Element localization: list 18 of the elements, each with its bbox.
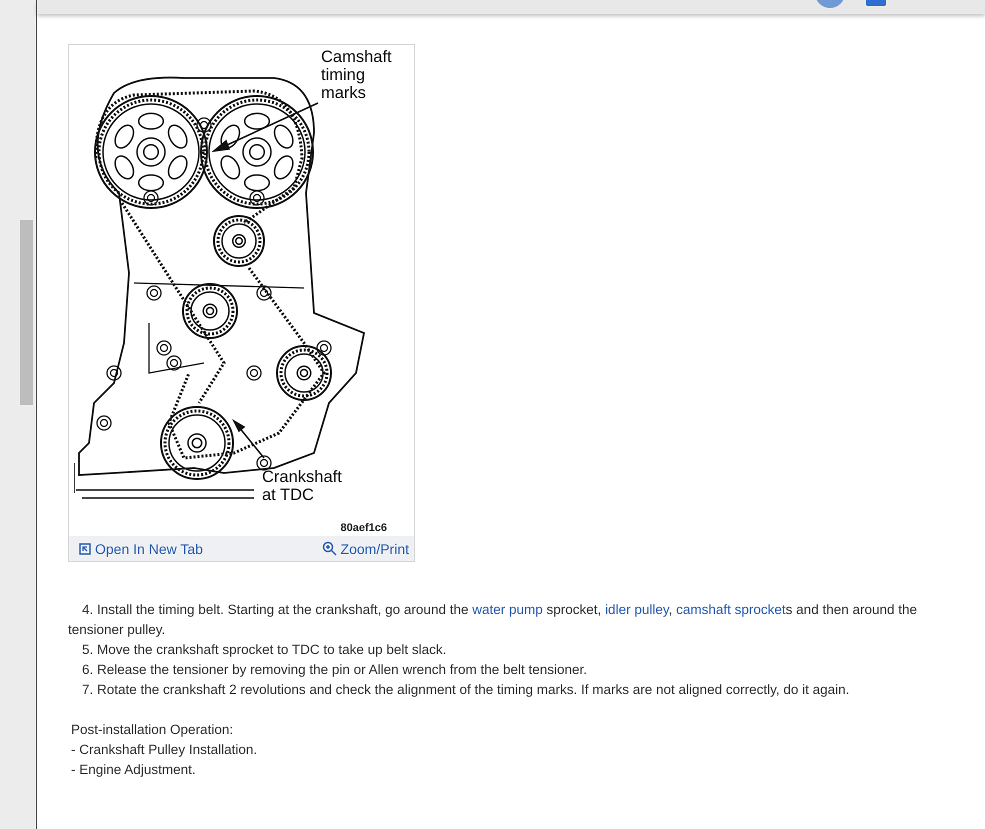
- diagram-label: Camshaft timing marks: [321, 48, 392, 102]
- instruction-step: 7. Rotate the crankshaft 2 revolutions and check the alignment of the timing marks. If marks are not aligned correctly, do it again.: [68, 680, 973, 700]
- open-in-new-tab-link[interactable]: Open In New Tab: [79, 540, 203, 556]
- zoom-print-link[interactable]: Zoom/Print: [322, 540, 409, 556]
- figure-code: 80aef1c6: [340, 522, 387, 534]
- instruction-step: 4. Install the timing belt. Starting at the crankshaft, go around the water pump sprocket, idler pulley, camshaft sprockets and then around the tensioner pulley.: [68, 600, 973, 640]
- instruction-step: 6. Release the tensioner by removing the pin or Allen wrench from the belt tensioner.: [68, 660, 973, 680]
- instruction-step: 5. Move the crankshaft sprocket to TDC to take up belt slack.: [68, 640, 973, 660]
- term-link[interactable]: camshaft sprocket: [676, 602, 786, 617]
- diagram-label: Crankshaft at TDC: [262, 468, 342, 504]
- term-link[interactable]: idler pulley: [605, 602, 669, 617]
- scrollbar-thumb[interactable]: [20, 220, 33, 405]
- new-tab-icon: [79, 542, 91, 554]
- zoom-icon: [322, 541, 337, 556]
- section-title: Post-installation Operation:: [71, 721, 234, 739]
- list-item: - Crankshaft Pulley Installation.: [71, 741, 258, 759]
- list-item: - Engine Adjustment.: [71, 761, 197, 779]
- term-link[interactable]: water pump: [472, 602, 543, 617]
